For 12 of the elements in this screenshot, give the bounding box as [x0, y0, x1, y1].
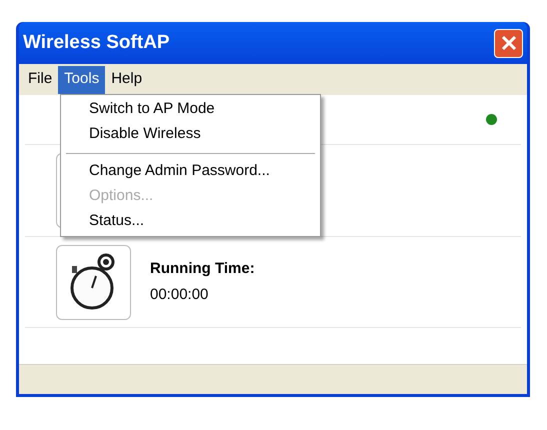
dropdown-item[interactable]: Switch to AP Mode: [61, 97, 320, 122]
dropdown-item[interactable]: Status...: [61, 209, 320, 234]
running-time-value: 00:00:00: [150, 285, 210, 305]
dropdown-item[interactable]: Change Admin Password...: [61, 159, 320, 184]
close-button[interactable]: [494, 28, 523, 58]
window-title: Wireless SoftAP: [23, 30, 170, 55]
dropdown-item[interactable]: Disable Wireless: [61, 122, 320, 147]
menu-item[interactable]: Help: [105, 66, 148, 94]
running-time-label: Running Time:: [150, 258, 255, 278]
menu-item[interactable]: Tools: [58, 66, 106, 94]
close-icon: [500, 35, 516, 51]
menu-item[interactable]: File: [22, 66, 58, 94]
